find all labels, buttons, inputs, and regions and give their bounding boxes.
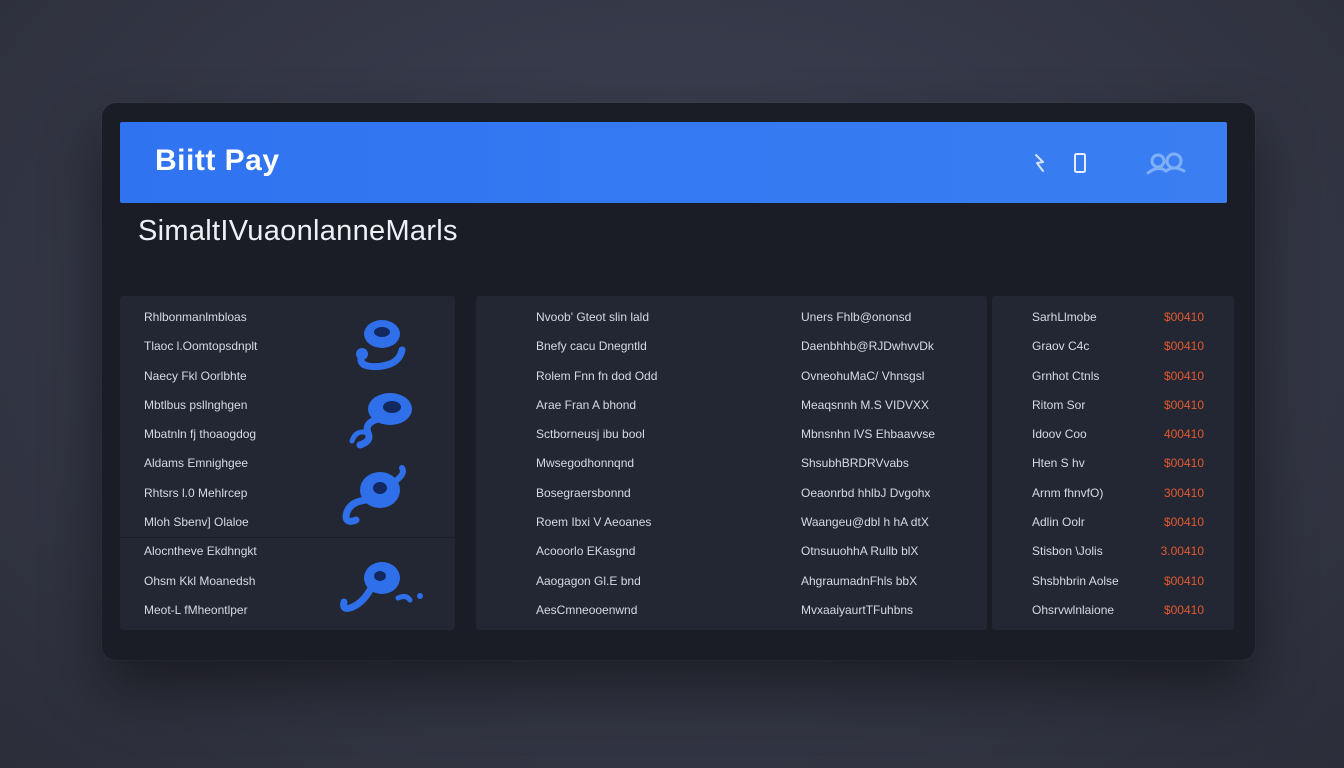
balance-amount: $00410 xyxy=(1163,602,1204,617)
table-cell[interactable]: Mbnsnhn lVS Ehbaavvse xyxy=(801,420,935,449)
table-cell[interactable]: ShsubhBRDRVvabs xyxy=(801,449,935,478)
table-cell[interactable]: Bosegraersbonnd xyxy=(536,479,657,508)
token-icon xyxy=(340,562,423,612)
table-cell[interactable]: Waangeu@dbl h hA dtX xyxy=(801,508,935,537)
table-cell[interactable]: MvxaaiyaurtTFuhbns xyxy=(801,596,935,625)
balance-name[interactable]: Graov C4c xyxy=(1032,332,1119,361)
balance-amount: $00410 xyxy=(1163,573,1204,588)
balance-name[interactable]: Ohsrvwlnlaione xyxy=(1032,596,1119,625)
balance-amount: 3.00410 xyxy=(1160,544,1204,559)
table-cell[interactable]: Oeaonrbd hhlbJ Dvgohx xyxy=(801,479,935,508)
list-item[interactable]: Naecy Fkl Oorlbhte xyxy=(144,362,257,391)
balance-name[interactable]: Idoov Coo xyxy=(1032,420,1119,449)
table-cell[interactable]: OtnsuuohhA Rullb blX xyxy=(801,537,935,566)
table-cell[interactable]: Acooorlo EKasgnd xyxy=(536,537,657,566)
balance-amount: 300410 xyxy=(1163,485,1204,500)
balance-amount: $00410 xyxy=(1163,397,1204,412)
accounts-list: Rhlbonmanlmbloas Tlaoc l.Oomtopsdnplt Na… xyxy=(144,303,257,625)
table-cell[interactable]: Rolem Fnn fn dod Odd xyxy=(536,362,657,391)
balance-amount: $00410 xyxy=(1163,368,1204,383)
table-cell[interactable]: Sctborneusj ibu bool xyxy=(536,420,657,449)
wand-icon[interactable] xyxy=(1025,148,1055,178)
table-cell[interactable]: AesCmneooenwnd xyxy=(536,596,657,625)
balance-amount: $00410 xyxy=(1163,310,1204,324)
app-window: Biitt Pay SimaltIVuaonlanneMarls Rhlbonm… xyxy=(102,103,1255,660)
list-item[interactable]: Mloh Sbenv] Olaloe xyxy=(144,508,257,537)
table-cell[interactable]: Uners Fhlb@ononsd xyxy=(801,303,935,332)
balance-name[interactable]: Ritom Sor xyxy=(1032,391,1119,420)
table-cell[interactable]: Nvoob' Gteot slin lald xyxy=(536,303,657,332)
token-icon xyxy=(342,465,406,525)
page-title: SimaltIVuaonlanneMarls xyxy=(138,215,458,247)
table-cell[interactable]: Mwsegodhonnqnd xyxy=(536,449,657,478)
users-icon[interactable] xyxy=(1143,148,1189,178)
table-cell[interactable]: Aaogagon Gl.E bnd xyxy=(536,567,657,596)
list-item[interactable]: Mbtlbus psllnghgen xyxy=(144,391,257,420)
balance-name[interactable]: Grnhot Ctnls xyxy=(1032,362,1119,391)
token-icon xyxy=(356,320,406,371)
balance-name[interactable]: Adlin Oolr xyxy=(1032,508,1119,537)
table-cell[interactable]: AhgraumadnFhls bbX xyxy=(801,567,935,596)
balance-amount: $00410 xyxy=(1163,339,1204,354)
balance-name[interactable]: Shsbhbrin Aolse xyxy=(1032,567,1119,596)
accounts-panel: Rhlbonmanlmbloas Tlaoc l.Oomtopsdnplt Na… xyxy=(120,296,455,630)
phone-icon[interactable] xyxy=(1065,148,1095,178)
table-cell[interactable]: Bnefy cacu Dnegntld xyxy=(536,332,657,361)
transactions-col-a: Nvoob' Gteot slin lald Bnefy cacu Dnegnt… xyxy=(536,303,657,625)
list-item[interactable]: Meot-L fMheontlper xyxy=(144,596,257,625)
table-cell[interactable]: Meaqsnnh M.S VIDVXX xyxy=(801,391,935,420)
table-cell[interactable]: Daenbhhb@RJDwhvvDk xyxy=(801,332,935,361)
balance-name[interactable]: Arnm fhnvfO) xyxy=(1032,479,1119,508)
balances-names: SarhLlmobe Graov C4c Grnhot Ctnls Ritom … xyxy=(1032,303,1119,625)
brand-logo[interactable]: Biitt Pay xyxy=(155,144,280,178)
balance-amount: 400410 xyxy=(1163,427,1204,442)
list-item[interactable]: Rhlbonmanlmbloas xyxy=(144,303,257,332)
balances-panel: SarhLlmobe Graov C4c Grnhot Ctnls Ritom … xyxy=(992,296,1234,630)
list-item[interactable]: Ohsm Kkl Moanedsh xyxy=(144,567,257,596)
list-item[interactable]: Tlaoc l.Oomtopsdnplt xyxy=(144,332,257,361)
transactions-panel: Nvoob' Gteot slin lald Bnefy cacu Dnegnt… xyxy=(476,296,987,630)
transactions-col-b: Uners Fhlb@ononsd Daenbhhb@RJDwhvvDk Ovn… xyxy=(801,303,935,625)
list-item[interactable]: Aldams Emnighgee xyxy=(144,449,257,478)
token-icon xyxy=(349,393,412,449)
balances-amounts: $00410 $00410 $00410 $00410 400410 $0041… xyxy=(1161,303,1204,625)
list-item[interactable]: Rhtsrs l.0 Mehlrcep xyxy=(144,479,257,508)
list-item[interactable]: Mbatnln fj thoaogdog xyxy=(144,420,257,449)
balance-amount: $00410 xyxy=(1163,456,1204,471)
table-cell[interactable]: Arae Fran A bhond xyxy=(536,391,657,420)
top-bar: Biitt Pay xyxy=(120,122,1227,203)
table-cell[interactable]: OvneohuMaC/ Vhnsgsl xyxy=(801,362,935,391)
table-cell[interactable]: Roem Ibxi V Aeoanes xyxy=(536,508,657,537)
list-item[interactable]: Alocntheve Ekdhngkt xyxy=(144,537,257,566)
balance-amount: $00410 xyxy=(1163,515,1204,530)
balance-name[interactable]: SarhLlmobe xyxy=(1032,303,1119,332)
balance-name[interactable]: Hten S hv xyxy=(1032,449,1119,478)
balance-name[interactable]: Stisbon \Jolis xyxy=(1032,537,1119,566)
header-actions xyxy=(1015,148,1189,178)
